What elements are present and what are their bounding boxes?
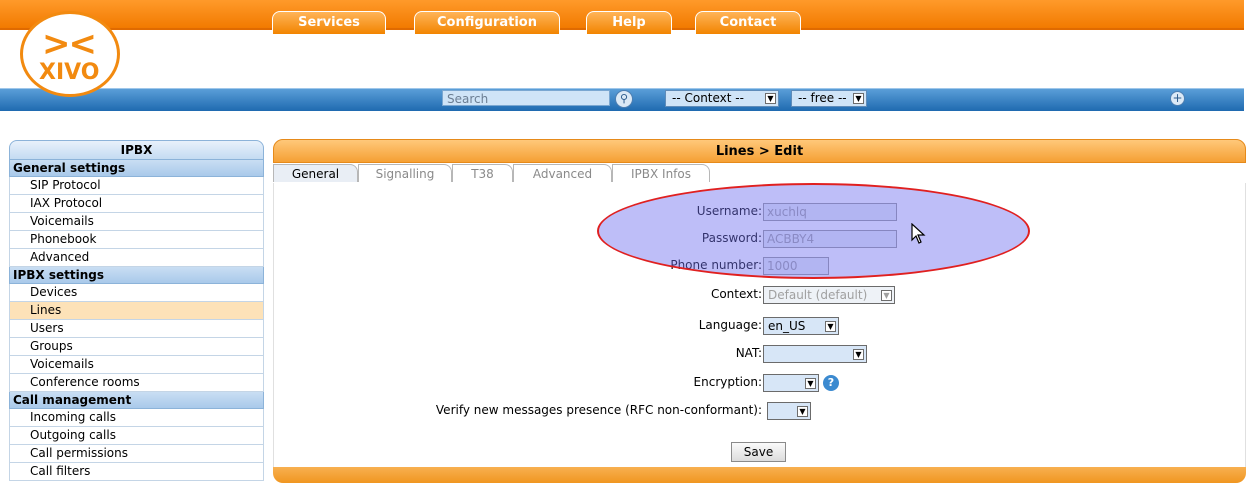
- chevron-down-icon: ▼: [853, 349, 864, 360]
- sidebar-item-incoming-calls[interactable]: Incoming calls: [9, 409, 264, 427]
- mouse-cursor-icon: [911, 223, 926, 244]
- language-label: Language:: [698, 318, 762, 332]
- search-icon[interactable]: ⚲: [615, 90, 633, 108]
- sidebar-title: IPBX: [9, 140, 264, 160]
- nav-tab-services[interactable]: Services: [272, 11, 386, 34]
- sidebar-section-call-management: Call management: [9, 392, 264, 409]
- chevron-down-icon: ▼: [853, 93, 864, 104]
- free-select-value: -- free --: [798, 91, 847, 105]
- sidebar-item-users[interactable]: Users: [9, 320, 264, 338]
- chevron-down-icon: ▼: [797, 406, 808, 417]
- language-select[interactable]: en_US ▼: [763, 317, 839, 335]
- sidebar-item-sip-protocol[interactable]: SIP Protocol: [9, 177, 264, 195]
- nav-tab-configuration[interactable]: Configuration: [414, 11, 560, 34]
- verify-label: Verify new messages presence (RFC non-co…: [435, 403, 762, 417]
- chevron-down-icon: ▼: [765, 93, 776, 104]
- nat-select[interactable]: ▼: [763, 345, 867, 363]
- context-field[interactable]: Default (default) ▼: [763, 286, 895, 304]
- plus-circle-icon[interactable]: +: [1170, 91, 1185, 106]
- logo-text: XIVO: [39, 60, 100, 85]
- encryption-label: Encryption:: [693, 375, 762, 389]
- save-button[interactable]: Save: [731, 442, 786, 462]
- sidebar-section-ipbx-settings: IPBX settings: [9, 267, 264, 284]
- search-input[interactable]: Search: [442, 90, 610, 106]
- sidebar-item-outgoing-calls[interactable]: Outgoing calls: [9, 427, 264, 445]
- tab-advanced[interactable]: Advanced: [513, 164, 612, 182]
- annotation-highlight-ellipse: [597, 183, 1030, 279]
- chevron-down-icon: ▼: [825, 321, 836, 332]
- sidebar-item-conference-rooms[interactable]: Conference rooms: [9, 374, 264, 392]
- top-header: Services Configuration Help Contact: [0, 0, 1244, 40]
- encryption-select[interactable]: ▼: [763, 374, 819, 392]
- nat-label: NAT:: [735, 346, 762, 360]
- sidebar-item-call-permissions[interactable]: Call permissions: [9, 445, 264, 463]
- xivo-logo[interactable]: >< XIVO: [20, 11, 120, 97]
- sidebar-item-call-filters[interactable]: Call filters: [9, 463, 264, 481]
- sidebar-section-general-settings: General settings: [9, 160, 264, 177]
- context-field-value: Default (default): [768, 288, 868, 302]
- context-label: Context:: [710, 287, 762, 301]
- sidebar-item-voicemails-general[interactable]: Voicemails: [9, 213, 264, 231]
- sidebar-item-lines[interactable]: Lines: [9, 302, 264, 320]
- tab-general[interactable]: General: [273, 164, 358, 182]
- nav-tab-help[interactable]: Help: [586, 11, 672, 34]
- sidebar-item-voicemails[interactable]: Voicemails: [9, 356, 264, 374]
- sidebar-item-groups[interactable]: Groups: [9, 338, 264, 356]
- free-select[interactable]: -- free -- ▼: [791, 90, 867, 107]
- sidebar-item-iax-protocol[interactable]: IAX Protocol: [9, 195, 264, 213]
- panel-footer: [273, 467, 1246, 483]
- chevron-down-icon: ▼: [881, 290, 892, 301]
- language-select-value: en_US: [768, 319, 806, 333]
- tab-t38[interactable]: T38: [452, 164, 513, 182]
- page-title: Lines > Edit: [273, 139, 1246, 163]
- sidebar-item-devices[interactable]: Devices: [9, 284, 264, 302]
- verify-select[interactable]: ▼: [767, 402, 811, 420]
- help-icon[interactable]: ?: [823, 375, 839, 391]
- sidebar-item-advanced[interactable]: Advanced: [9, 249, 264, 267]
- tab-signalling[interactable]: Signalling: [358, 164, 452, 182]
- sidebar-item-phonebook[interactable]: Phonebook: [9, 231, 264, 249]
- context-select-value: -- Context --: [672, 91, 744, 105]
- tab-ipbx-infos[interactable]: IPBX Infos: [612, 164, 710, 182]
- logo-arrows-icon: ><: [42, 24, 97, 64]
- sidebar: IPBX General settings SIP Protocol IAX P…: [9, 140, 264, 493]
- chevron-down-icon: ▼: [805, 378, 816, 389]
- context-select[interactable]: -- Context -- ▼: [665, 90, 779, 107]
- nav-tab-contact[interactable]: Contact: [695, 11, 801, 34]
